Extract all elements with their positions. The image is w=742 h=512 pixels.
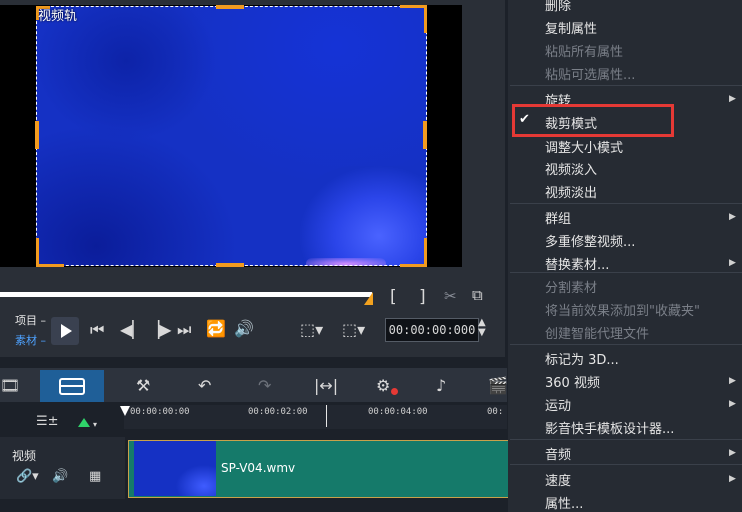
menu-item-delete[interactable]: 删除 [545,0,571,14]
track-name: 视频 [12,449,37,463]
timeline-view-icon[interactable]: 🎞 [0,376,20,395]
tools-icon[interactable]: ⚒ [136,376,150,395]
playhead-marker[interactable] [120,406,130,416]
crop-border[interactable] [36,6,427,266]
submenu-arrow-icon: ▶ [729,474,736,484]
menu-item-fade-in[interactable]: 视频淡入 [545,159,597,178]
mark-in-icon[interactable]: [ [390,287,397,307]
record-dot-icon [391,388,398,395]
menu-item-paste-selected-attributes[interactable]: 粘贴可选属性... [545,64,635,83]
timecode-display[interactable]: 00:00:00:000 [385,318,479,342]
selection-icon[interactable]: ⬚▾ [342,320,365,339]
previous-frame-icon[interactable]: ◀▏ [120,320,145,339]
ruler-tick-label: 00:00:04:00 [368,407,428,417]
submenu-arrow-icon: ▶ [729,448,736,458]
mode-project-label[interactable]: 项目 – [15,312,46,328]
crop-handle-bottom-right[interactable] [424,238,427,267]
crop-handle-bottom-left[interactable] [36,264,64,267]
menu-item-resize-mode[interactable]: 调整大小模式 [545,137,623,156]
mark-out-icon[interactable]: ] [419,287,426,307]
trim-marker-end[interactable] [364,292,373,305]
menu-item-paste-all-attributes[interactable]: 粘贴所有属性 [545,41,623,60]
clip-thumbnail [134,441,216,496]
track-visibility-icon[interactable]: ▦ [89,469,101,484]
menu-item-speed[interactable]: 速度 [545,470,571,489]
aspect-ratio-icon[interactable]: ⬚▾ [300,320,323,339]
menu-item-360-video[interactable]: 360 视频 [545,372,600,391]
enlarge-preview-icon[interactable]: ⧉ [472,286,483,304]
volume-icon[interactable]: 🔊 [234,319,254,338]
crop-handle-left[interactable] [35,121,39,149]
menu-item-fade-out[interactable]: 视频淡出 [545,182,597,201]
go-to-end-icon[interactable]: ⏭ [177,320,191,340]
track-volume-icon[interactable]: 🔊 [52,469,68,484]
menu-separator [510,439,742,440]
timecode-stepper-icon[interactable]: ▲ ▼ [478,318,486,338]
crop-handle-bottom-left[interactable] [36,238,39,267]
submenu-arrow-icon: ▶ [729,212,736,222]
crop-handle-bottom-right[interactable] [400,264,427,267]
menu-separator [510,203,742,204]
mode-clip-label[interactable]: 素材 – [15,332,46,348]
highlight-box [512,104,674,137]
fit-timeline-icon[interactable]: |↔| [314,376,338,395]
link-icon[interactable]: 🔗▾ [16,469,39,484]
next-frame-icon[interactable]: ▕▶ [147,320,172,339]
menu-item-split-clip[interactable]: 分割素材 [545,277,597,296]
undo-icon[interactable]: ↶ [198,376,211,395]
add-marker-icon[interactable] [78,418,90,427]
ruler-tick-label: 00:00:00:00 [130,407,190,417]
crop-handle-top[interactable] [216,5,244,9]
track-overlay-label: 视频轨 [38,9,78,24]
menu-separator [510,344,742,345]
crop-handle-bottom[interactable] [216,263,244,267]
menu-item-add-to-favorites[interactable]: 将当前效果添加到"收藏夹" [545,300,700,319]
menu-item-properties[interactable]: 属性... [545,493,583,512]
play-button[interactable] [51,317,79,345]
crop-handle-right[interactable] [423,121,427,149]
play-icon [61,324,72,338]
menu-item-multi-trim[interactable]: 多重修整视频... [545,231,635,250]
menu-separator [510,464,742,465]
storyboard-icon [59,378,85,395]
ruler-tick-label: 00:00:02:00 [248,407,308,417]
submenu-arrow-icon: ▶ [729,376,736,386]
audio-mixer-icon[interactable]: ♪ [436,376,446,395]
redo-icon[interactable]: ↷ [258,376,271,395]
menu-item-template-designer[interactable]: 影音快手模板设计器... [545,418,674,437]
submenu-arrow-icon: ▶ [729,94,736,104]
menu-item-group[interactable]: 群组 [545,208,571,227]
split-scissors-icon[interactable]: ✂ [444,287,457,305]
menu-item-create-proxy[interactable]: 创建智能代理文件 [545,323,649,342]
ruler-marker-line [326,405,327,427]
clip-name: SP-V04.wmv [221,461,296,475]
crop-handle-top-right[interactable] [400,5,427,8]
track-manager-icon[interactable]: ☰± [36,414,59,429]
menu-item-motion[interactable]: 运动 [545,395,571,414]
menu-separator [510,85,742,86]
submenu-arrow-icon: ▶ [729,399,736,409]
menu-item-mark-3d[interactable]: 标记为 3D... [545,349,619,368]
menu-item-replace-clip[interactable]: 替换素材... [545,254,609,273]
storyboard-view-button[interactable] [40,370,104,402]
dropdown-chevron-icon[interactable]: ▾ [93,420,97,429]
menu-item-copy-attributes[interactable]: 复制属性 [545,18,597,37]
auto-music-icon[interactable]: 🎬 [488,376,508,395]
submenu-arrow-icon: ▶ [729,258,736,268]
menu-item-audio[interactable]: 音频 [545,444,571,463]
repeat-icon[interactable]: 🔁 [206,319,226,338]
scrub-bar[interactable] [0,292,372,297]
ruler-tick-label: 00: [487,407,504,417]
go-to-start-icon[interactable]: ⏮ [90,320,104,340]
record-capture-icon[interactable]: ⚙ [376,376,390,395]
crop-handle-top-right[interactable] [424,5,427,33]
